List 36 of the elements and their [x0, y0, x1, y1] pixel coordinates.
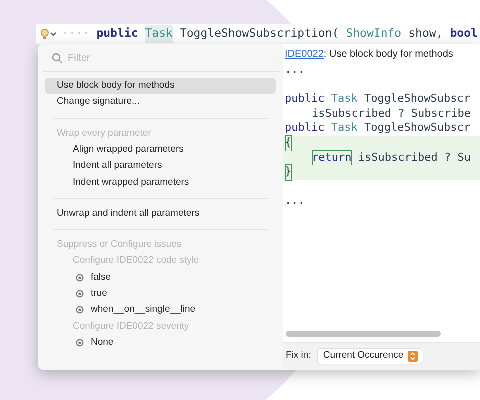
search-icon	[52, 53, 63, 64]
section-header: Wrap every parameter	[56, 126, 152, 141]
rule-link[interactable]: IDE0022	[285, 46, 324, 62]
code-line: public Task ToggleShowSubscr	[284, 92, 472, 107]
code-token: show,	[408, 25, 444, 42]
scrollbar[interactable]	[286, 331, 441, 337]
menu-item[interactable]: true	[45, 286, 276, 302]
fix-description: : Use block body for methods	[324, 48, 454, 62]
stepper-icon	[408, 351, 418, 362]
code-token: Task	[145, 25, 173, 43]
code-line: ...	[284, 194, 306, 209]
code-token: bool	[450, 25, 478, 42]
filter-field[interactable]: Filter	[68, 51, 218, 66]
menu-item[interactable]: Indent all parameters	[45, 158, 276, 174]
option-icon	[76, 339, 84, 347]
menu-item[interactable]: when__on__single__line	[45, 302, 276, 319]
menu-item[interactable]: Change signature...	[45, 94, 276, 111]
code-token: public	[96, 25, 138, 42]
whitespace-dots: ····	[62, 25, 90, 42]
menu-item[interactable]: None	[45, 334, 276, 352]
code-line: ...	[284, 63, 306, 78]
section-header: Suppress or Configure issues	[56, 238, 183, 252]
code-token: ShowInfo	[346, 25, 402, 42]
code-token: ToggleShowSubscription(	[180, 25, 340, 42]
fix-in-label: Fix in:	[286, 349, 312, 364]
code-line: isSubscribed ? Subscribe	[311, 106, 472, 122]
menu-item[interactable]: Unwrap and indent all parameters	[45, 206, 276, 222]
code-line: public Task ToggleShowSubscr	[284, 121, 472, 136]
menu-item[interactable]: Align wrapped parameters	[45, 142, 276, 158]
lightbulb-icon[interactable]	[40, 28, 58, 40]
scope-dropdown[interactable]: Current Occurence	[318, 349, 423, 364]
section-header: Configure IDE0022 code style	[72, 254, 200, 268]
section-header: Configure IDE0022 severity	[72, 320, 190, 334]
menu-item[interactable]: Use block body for methods	[45, 78, 276, 94]
menu-item[interactable]: Indent wrapped parameters	[45, 174, 276, 191]
menu-item[interactable]: false	[45, 270, 276, 286]
